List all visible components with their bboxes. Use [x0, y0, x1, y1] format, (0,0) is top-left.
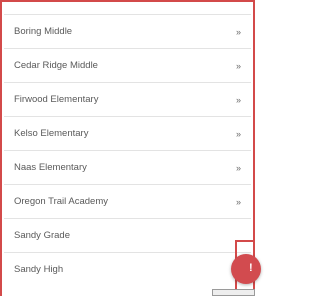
school-name: Boring Middle	[14, 26, 73, 37]
list-item-oregon-trail-academy[interactable]: Oregon Trail Academy »	[4, 184, 251, 218]
double-chevron-right-icon: »	[235, 196, 241, 207]
school-name: Sandy Grade	[14, 230, 70, 241]
double-chevron-right-icon: »	[235, 94, 241, 105]
list-item-boring-middle[interactable]: Boring Middle »	[4, 14, 251, 48]
school-name: Cedar Ridge Middle	[14, 60, 98, 71]
school-name: Kelso Elementary	[14, 128, 89, 139]
double-chevron-right-icon: »	[235, 128, 241, 139]
list-item-sandy-high[interactable]: Sandy High	[4, 252, 251, 286]
alert-icon: !	[249, 262, 253, 274]
school-name: Firwood Elementary	[14, 94, 99, 105]
double-chevron-right-icon: »	[235, 26, 241, 37]
alert-fab-button[interactable]	[231, 254, 261, 284]
double-chevron-right-icon: »	[235, 162, 241, 173]
list-item-sandy-grade[interactable]: Sandy Grade	[4, 218, 251, 252]
school-name: Sandy High	[14, 264, 64, 275]
list-item-cedar-ridge-middle[interactable]: Cedar Ridge Middle »	[4, 48, 251, 82]
school-list-panel: Boring Middle » Cedar Ridge Middle » Fir…	[0, 0, 255, 296]
list-item-firwood-elementary[interactable]: Firwood Elementary »	[4, 82, 251, 116]
school-name: Naas Elementary	[14, 162, 87, 173]
double-chevron-right-icon: »	[235, 60, 241, 71]
school-list: Boring Middle » Cedar Ridge Middle » Fir…	[4, 14, 251, 286]
list-item-kelso-elementary[interactable]: Kelso Elementary »	[4, 116, 251, 150]
list-item-naas-elementary[interactable]: Naas Elementary »	[4, 150, 251, 184]
school-name: Oregon Trail Academy	[14, 196, 108, 207]
horizontal-scrollbar[interactable]	[212, 289, 255, 296]
